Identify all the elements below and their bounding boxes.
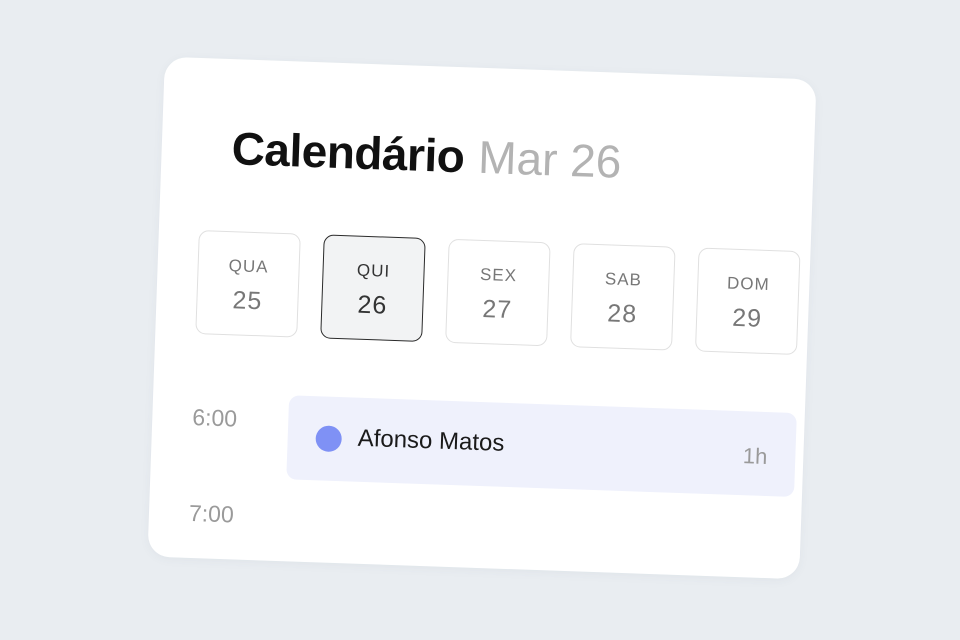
event-color-dot	[315, 425, 343, 453]
day-name: QUA	[228, 256, 269, 277]
day-name: QUI	[356, 260, 391, 281]
day-qui[interactable]: QUI 26	[320, 234, 426, 342]
day-number: 26	[356, 290, 388, 320]
time-label-6: 6:00	[191, 403, 238, 432]
day-number: 25	[232, 286, 263, 316]
day-number: 28	[606, 299, 638, 329]
day-qua[interactable]: QUA 25	[195, 230, 301, 338]
calendar-header: Calendário Mar 26	[231, 121, 623, 189]
day-number: 27	[481, 295, 513, 325]
day-name: DOM	[726, 273, 771, 295]
day-dom[interactable]: DOM 29	[694, 247, 801, 356]
day-sex[interactable]: SEX 27	[445, 238, 551, 347]
page-title: Calendário	[230, 122, 466, 183]
day-name: SEX	[479, 264, 518, 286]
calendar-card: Calendário Mar 26 QUA 25 QUI 26 SEX 27 SA…	[147, 56, 817, 580]
time-label-7: 7:00	[188, 499, 235, 528]
event-title: Afonso Matos	[357, 424, 505, 457]
event-card[interactable]: Afonso Matos 1h	[286, 395, 797, 497]
event-duration: 1h	[742, 443, 768, 470]
current-date: Mar 26	[477, 130, 623, 188]
day-sab[interactable]: SAB 28	[570, 243, 676, 351]
day-number: 29	[731, 303, 763, 333]
day-name: SAB	[604, 269, 643, 290]
